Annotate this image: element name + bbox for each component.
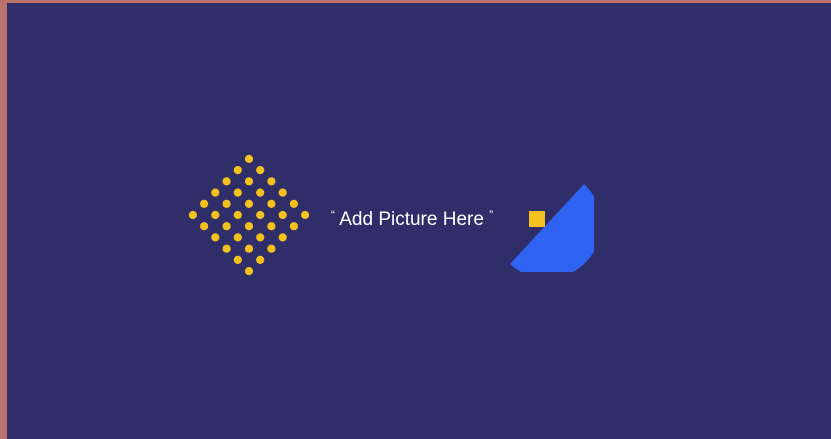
grid-dot [244,244,254,253]
grid-dot [301,210,310,220]
grid-dot [200,199,209,208]
yellow-square-icon [529,211,545,227]
grid-dot [233,166,242,175]
grid-dot [278,233,287,242]
grid-dot [222,222,231,231]
grid-dot [267,177,276,186]
grid-dot [211,233,220,242]
grid-dot [267,199,276,208]
grid-dot [278,210,287,220]
grid-dot [256,233,265,242]
grid-dot [256,210,265,220]
grid-dot [256,188,265,197]
grid-dot [289,222,298,231]
grid-dot [267,222,276,231]
placeholder-label: Add Picture Here [339,209,484,230]
grid-dot [256,166,265,175]
grid-dot [233,210,242,220]
grid-dot [222,199,231,208]
half-circle-icon [510,184,594,272]
grid-dot [233,233,242,242]
close-quote: ” [489,208,494,222]
grid-dot [244,199,254,208]
grid-dot [278,188,287,197]
grid-dot [244,267,254,276]
grid-dot [211,210,220,220]
grid-dot [244,154,254,163]
grid-dot [222,177,231,186]
grid-dot [211,188,220,197]
half-circle-shape [510,184,594,272]
grid-dot [222,244,231,253]
grid-dot [233,188,242,197]
add-picture-placeholder[interactable]: “ Add Picture Here ” [331,203,493,232]
grid-dot [256,255,265,264]
grid-dot [200,222,209,231]
grid-dot [244,222,254,231]
slide-canvas: “ Add Picture Here ” [7,3,831,439]
grid-dot [233,255,242,264]
open-quote: “ [331,208,335,222]
grid-dot [289,199,298,208]
grid-dot [267,244,276,253]
grid-dot [244,177,254,186]
grid-dot [188,210,197,220]
